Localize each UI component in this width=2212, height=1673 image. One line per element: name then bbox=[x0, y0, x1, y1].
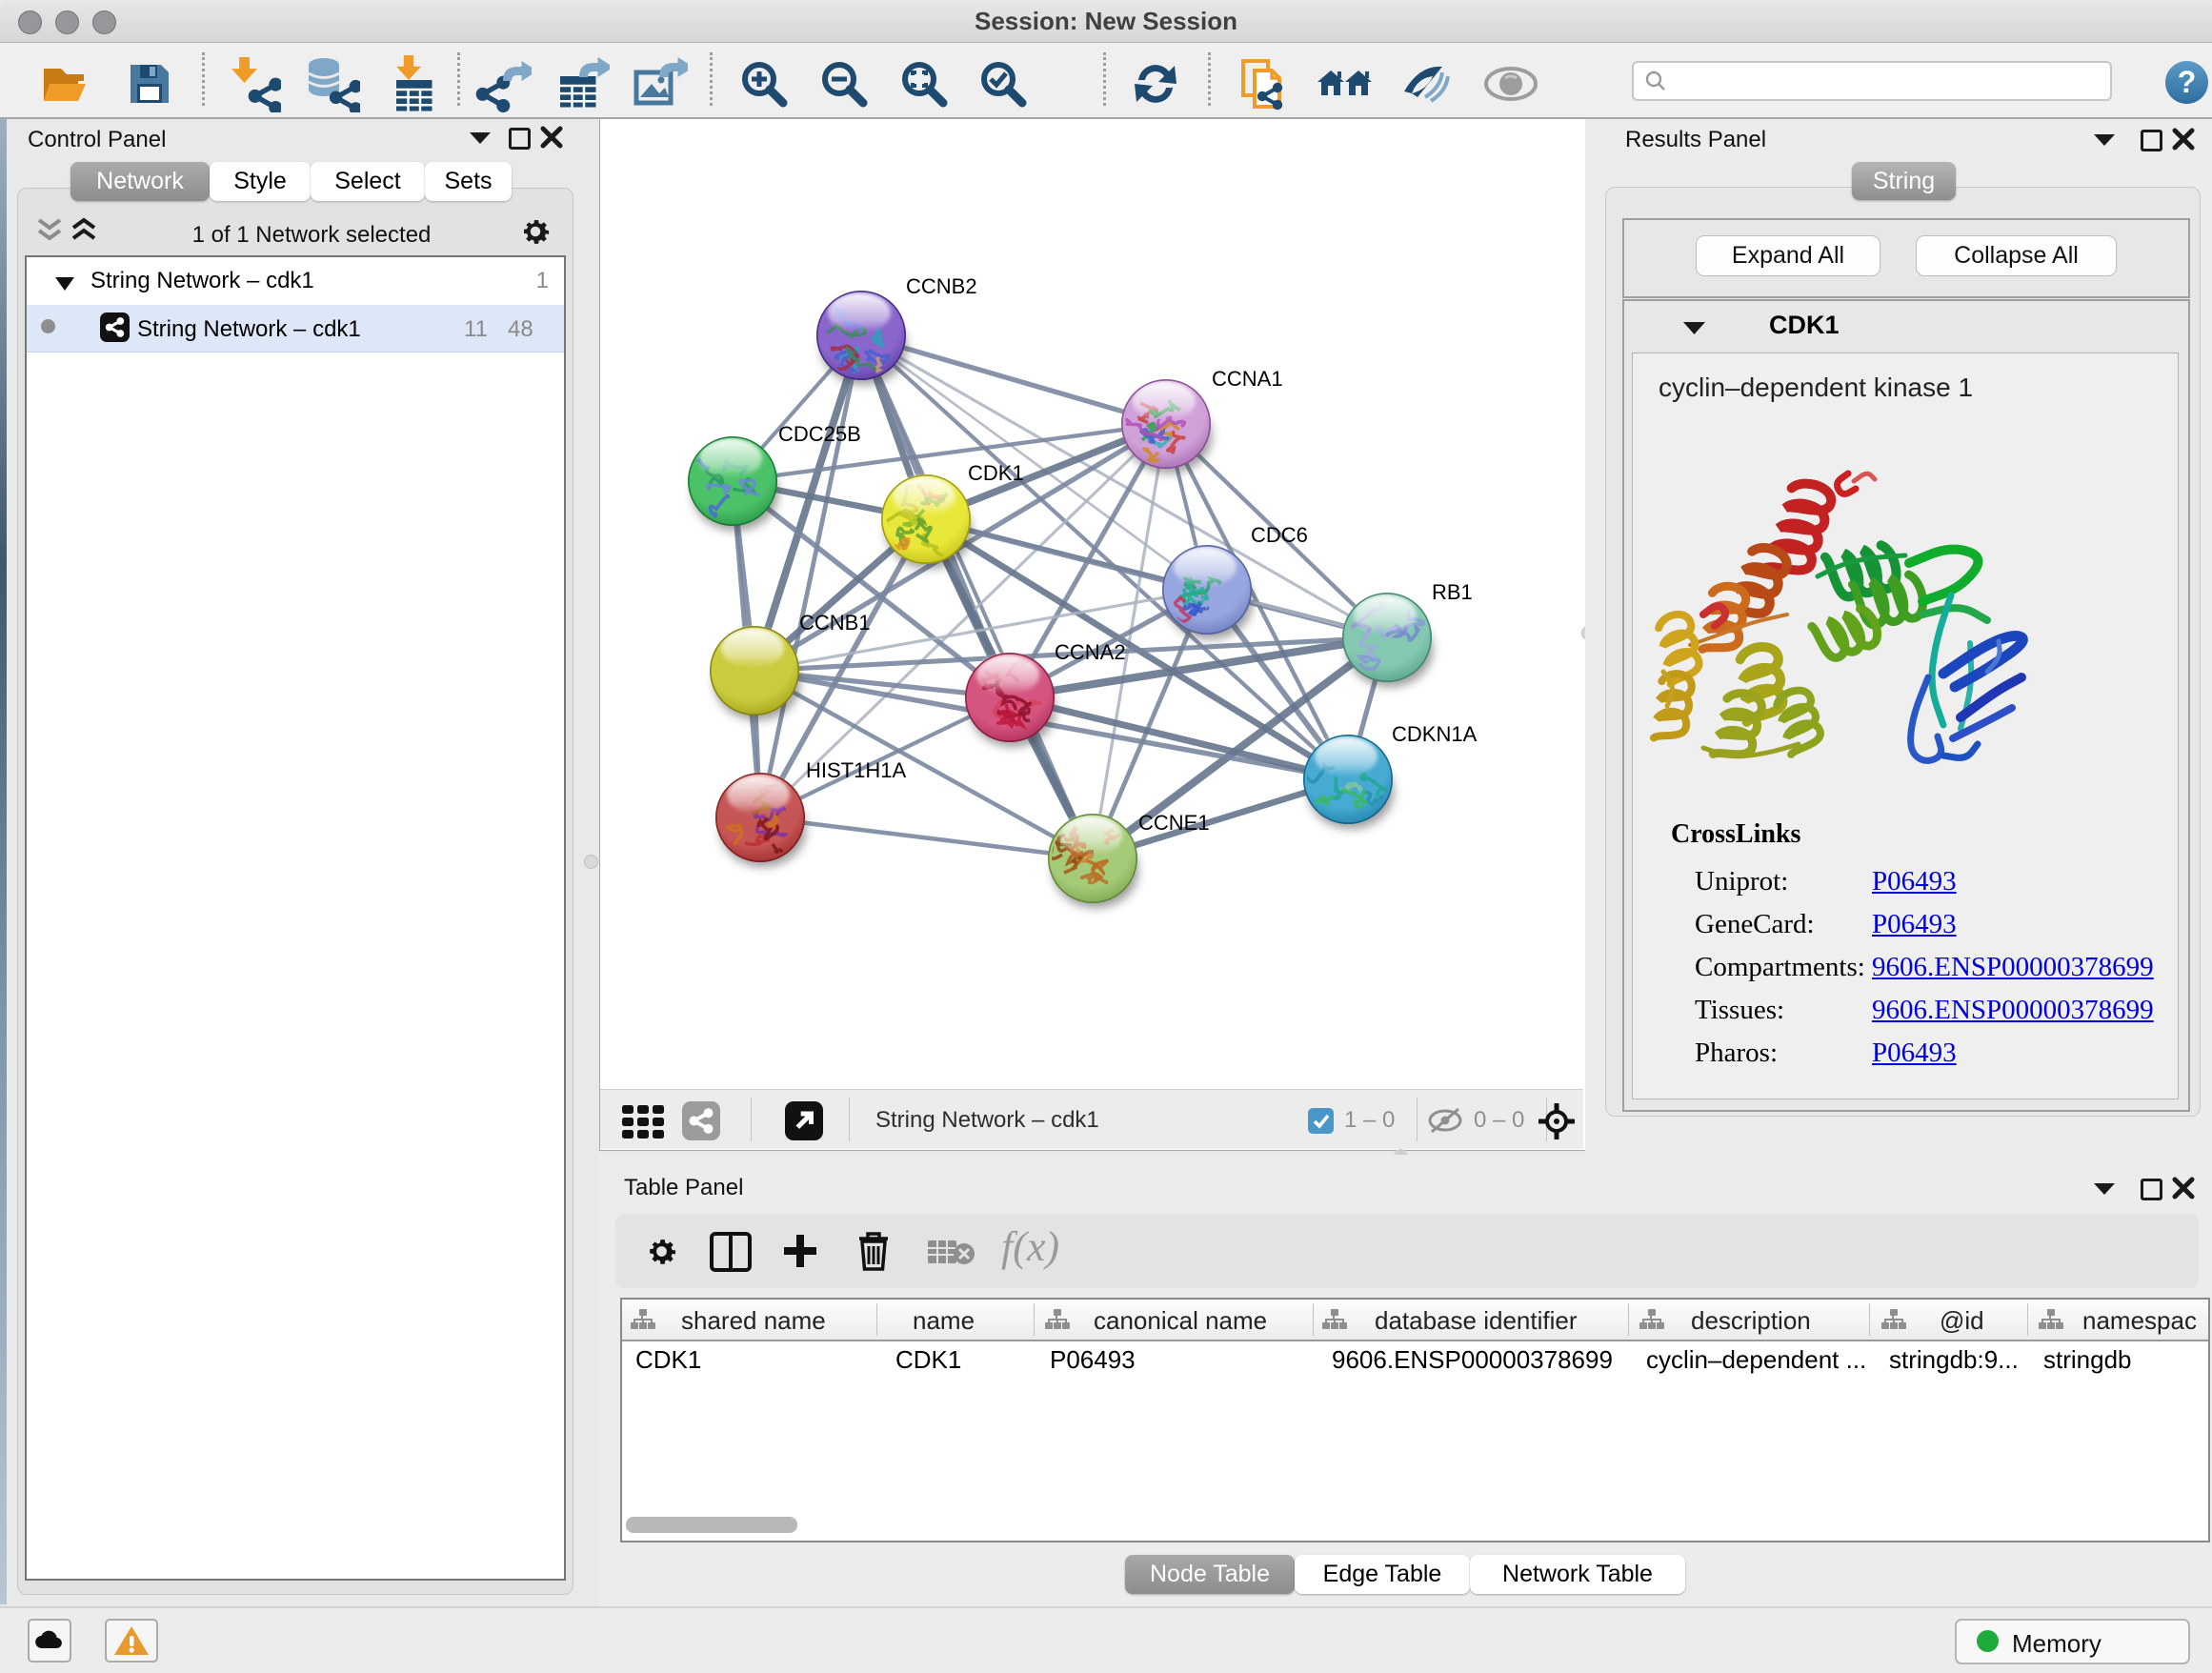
svg-text:HIST1H1A: HIST1H1A bbox=[806, 758, 906, 782]
svg-text:CCNE1: CCNE1 bbox=[1138, 811, 1210, 835]
svg-text:CCNB2: CCNB2 bbox=[906, 274, 977, 298]
svg-text:CCNA2: CCNA2 bbox=[1055, 640, 1126, 664]
svg-text:CDK1: CDK1 bbox=[968, 461, 1024, 485]
svg-text:CCNB1: CCNB1 bbox=[799, 611, 871, 635]
svg-text:RB1: RB1 bbox=[1432, 580, 1473, 604]
svg-text:CDC25B: CDC25B bbox=[778, 422, 861, 446]
svg-text:CDC6: CDC6 bbox=[1251, 523, 1308, 547]
svg-text:CDKN1A: CDKN1A bbox=[1392, 722, 1478, 746]
svg-text:CCNA1: CCNA1 bbox=[1212, 367, 1283, 391]
